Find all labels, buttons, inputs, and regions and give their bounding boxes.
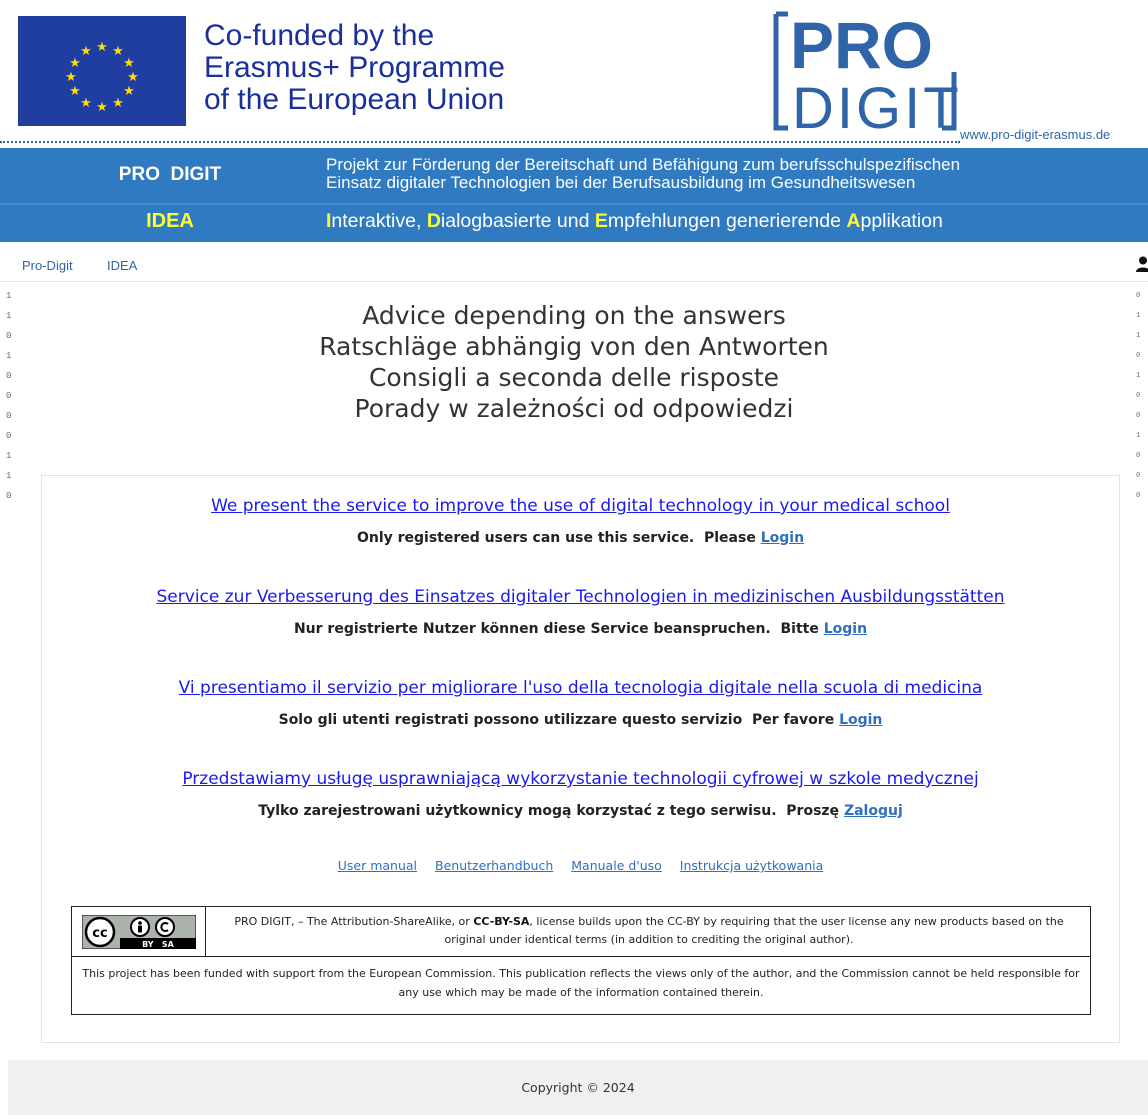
manual-link-english[interactable]: User manual <box>338 858 417 873</box>
user-manual-links: User manual Benutzerhandbuch Manuale d'u… <box>42 858 1119 873</box>
idea-word-3: mpfehlungen generierende <box>607 210 847 232</box>
site-url: www.pro-digit-erasmus.de <box>960 127 1111 142</box>
service-note-german: Nur registrierte Nutzer können diese Ser… <box>42 621 1119 637</box>
pro-digit-logo: PRO DIGIT <box>770 6 960 134</box>
binary-digit: 1 <box>1136 432 1141 440</box>
service-note-text: Solo gli utenti registrati possono utili… <box>278 712 840 728</box>
binary-digit: 1 <box>6 451 12 461</box>
binary-digit: 0 <box>1136 492 1141 500</box>
idea-letter-d: D <box>426 210 441 232</box>
services-card: We present the service to improve the us… <box>41 475 1120 1043</box>
svg-text:★: ★ <box>69 84 81 99</box>
idea-word-1: nteraktive, <box>331 210 427 232</box>
service-italian: Vi presentiamo il servizio per migliorar… <box>42 678 1119 728</box>
idea-word-4: pplikation <box>860 210 943 232</box>
project-description-line-2: Einsatz digitaler Technologien bei der B… <box>326 173 916 192</box>
svg-text:★: ★ <box>112 96 124 111</box>
license-text-suffix: , license builds upon the CC-BY by requi… <box>444 915 1064 946</box>
idea-letter-a: A <box>846 210 861 232</box>
license-text-prefix: PRO DIGIT, – The Attribution-ShareAlike,… <box>234 915 474 928</box>
zaloguj-link[interactable]: Zaloguj <box>844 803 903 819</box>
manual-link-italian[interactable]: Manuale d'uso <box>571 858 662 873</box>
service-link-german[interactable]: Service zur Verbesserung des Einsatzes d… <box>157 587 1005 607</box>
svg-text:★: ★ <box>80 96 92 111</box>
svg-text:★: ★ <box>80 44 92 59</box>
banner-divider <box>0 203 1148 205</box>
service-note-polish: Tylko zarejestrowani użytkownicy mogą ko… <box>42 803 1119 819</box>
svg-text:★: ★ <box>123 84 135 99</box>
heading-english: Advice depending on the answers <box>362 301 786 330</box>
heading-polish: Porady w zależności od odpowiedzi <box>354 394 794 423</box>
service-note-text: Tylko zarejestrowani użytkownicy mogą ko… <box>258 803 844 819</box>
cc-letters: cc <box>92 926 107 941</box>
idea-description: Interaktive, Dialogbasierte und Empfehlu… <box>326 210 943 233</box>
pro-digit-label: PRO DIGIT <box>118 164 222 185</box>
service-link-polish[interactable]: Przedstawiamy usługę usprawniającą wykor… <box>182 769 978 789</box>
cofunded-line-3: of the European Union <box>204 83 505 116</box>
svg-text:★: ★ <box>127 70 139 85</box>
binary-digit: 0 <box>6 431 12 441</box>
nav-link-idea[interactable]: IDEA <box>107 258 137 273</box>
service-note-english: Only registered users can use this servi… <box>42 530 1119 546</box>
nav-link-pro-digit[interactable]: Pro-Digit <box>22 258 73 273</box>
svg-text:★: ★ <box>96 40 108 55</box>
login-link[interactable]: Login <box>839 712 882 728</box>
footer: Copyright © 2024 <box>8 1060 1148 1115</box>
svg-text:★: ★ <box>65 70 77 85</box>
service-note-italian: Solo gli utenti registrati possono utili… <box>42 712 1119 728</box>
heading-italian: Consigli a seconda delle risposte <box>368 363 780 392</box>
idea-label: IDEA <box>146 210 194 232</box>
copyright-text: Copyright © 2024 <box>521 1080 635 1095</box>
manual-link-german[interactable]: Benutzerhandbuch <box>435 858 553 873</box>
badge-by-sa: BY SA <box>142 940 175 949</box>
service-english: We present the service to improve the us… <box>42 496 1119 546</box>
svg-text:★: ★ <box>69 56 81 71</box>
license-name: CC-BY-SA <box>473 915 530 928</box>
binary-digit: 0 <box>1136 452 1141 460</box>
header-banner: ★ ★ ★ ★ ★ ★ ★ ★ ★ ★ ★ ★ Co-funded by the… <box>0 0 1148 148</box>
logo-pro-text: PRO <box>790 8 933 82</box>
project-description-line-1: Projekt zur Förderung der Bereitschaft u… <box>326 155 961 174</box>
license-text: PRO DIGIT, – The Attribution-ShareAlike,… <box>206 907 1092 957</box>
user-icon[interactable] <box>1136 256 1148 272</box>
service-german: Service zur Verbesserung des Einsatzes d… <box>42 587 1119 637</box>
login-link[interactable]: Login <box>824 621 867 637</box>
heading-german: Ratschläge abhängig von den Antworten <box>319 332 829 361</box>
svg-text:★: ★ <box>123 56 135 71</box>
cc-by-sa-icon[interactable]: cc BY SA <box>82 915 196 949</box>
svg-text:★: ★ <box>96 100 108 115</box>
project-description: Projekt zur Förderung der Bereitschaft u… <box>326 156 960 192</box>
service-link-italian[interactable]: Vi presentiamo il servizio per migliorar… <box>179 678 983 698</box>
license-badge-cell: cc BY SA <box>72 907 206 957</box>
binary-digit: 0 <box>6 491 12 501</box>
cofunded-line-1: Co-funded by the <box>204 19 435 52</box>
cofunded-line-2: Erasmus+ Programme <box>204 51 505 84</box>
eu-flag-logo: ★ ★ ★ ★ ★ ★ ★ ★ ★ ★ ★ ★ <box>18 16 186 126</box>
login-link[interactable]: Login <box>761 530 804 546</box>
service-link-english[interactable]: We present the service to improve the us… <box>211 496 950 516</box>
funding-disclaimer: This project has been funded with suppor… <box>82 967 1080 999</box>
service-polish: Przedstawiamy usługę usprawniającą wykor… <box>42 769 1119 819</box>
manual-link-polish[interactable]: Instrukcja użytkowania <box>680 858 823 873</box>
svg-text:★: ★ <box>112 44 124 59</box>
logo-digit-text: DIGIT <box>792 76 960 134</box>
advice-headings: Advice depending on the answers Ratschlä… <box>0 300 1148 424</box>
license-table: cc BY SA PRO DIGIT, – The Attribution-Sh… <box>71 906 1091 1015</box>
eu-stars-icon: ★ ★ ★ ★ ★ ★ ★ ★ ★ ★ ★ ★ <box>18 16 186 126</box>
project-banner: PRO DIGIT Projekt zur Förderung der Bere… <box>0 148 1148 242</box>
idea-word-2: ialogbasierte und <box>440 210 595 232</box>
cofunded-text: Co-funded by the Erasmus+ Programme of t… <box>204 20 505 116</box>
license-row: cc BY SA PRO DIGIT, – The Attribution-Sh… <box>72 907 1090 957</box>
service-note-text: Only registered users can use this servi… <box>356 530 761 546</box>
binary-digit: 1 <box>6 471 12 481</box>
top-nav: Pro-Digit IDEA <box>0 252 1148 282</box>
binary-digit: 0 <box>1136 472 1141 480</box>
idea-letter-e: E <box>594 210 608 232</box>
service-note-text: Nur registrierte Nutzer können diese Ser… <box>293 621 824 637</box>
dotted-divider <box>0 141 960 143</box>
